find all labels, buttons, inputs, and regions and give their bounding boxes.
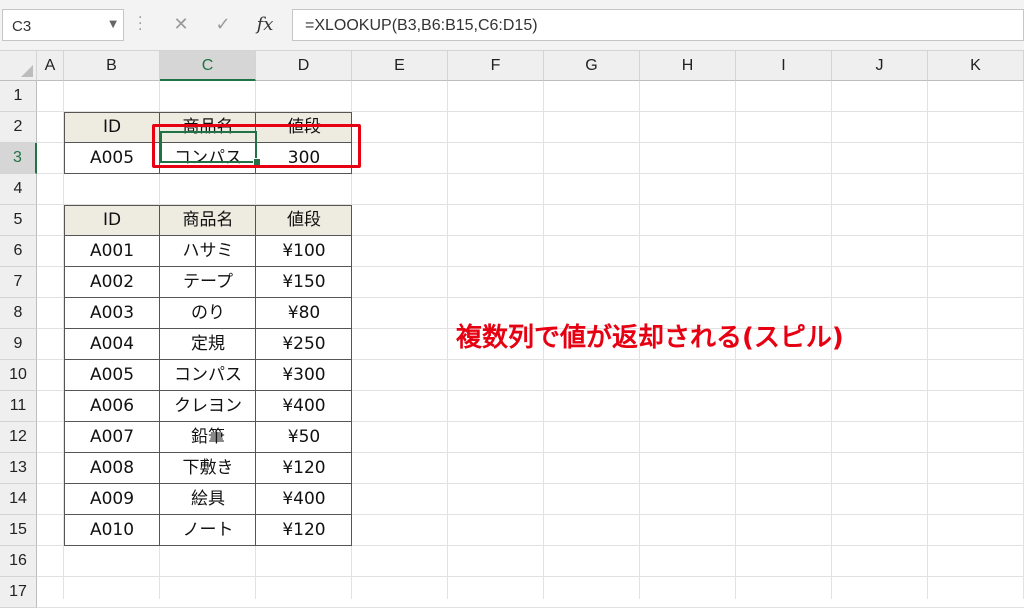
data-cell[interactable]: ¥400 (256, 484, 352, 515)
formula-input[interactable]: =XLOOKUP(B3,B6:B15,C6:D15) (292, 9, 1024, 41)
gridline-h (37, 576, 1024, 577)
name-box-value: C3 (12, 18, 32, 35)
column-header-i[interactable]: I (736, 51, 832, 81)
formula-bar: C3 ▼ · · · ✕ ✓ fx =XLOOKUP(B3,B6:B15,C6:D1… (0, 0, 1024, 50)
column-header-b[interactable]: B (64, 51, 160, 81)
name-box[interactable]: C3 ▼ (2, 9, 124, 41)
row-header-16[interactable]: 16 (0, 546, 37, 577)
row-header-1[interactable]: 1 (0, 81, 37, 112)
data-cell[interactable]: A002 (64, 267, 160, 298)
column-header-c[interactable]: C (160, 51, 256, 81)
table-border (159, 205, 160, 546)
formula-text: =XLOOKUP(B3,B6:B15,C6:D15) (305, 17, 538, 34)
data-cell[interactable]: A004 (64, 329, 160, 360)
table-border (64, 266, 352, 267)
data-cell[interactable]: ¥150 (256, 267, 352, 298)
column-header-h[interactable]: H (640, 51, 736, 81)
table-border (64, 205, 65, 546)
table-border (64, 328, 352, 329)
table-border (64, 545, 352, 546)
table-border (64, 452, 352, 453)
spreadsheet-grid[interactable]: A B C D E F G H I J K 1 2 3 4 5 6 7 8 9 10 11 12 13 14 15 16 17 ID 商品… (0, 50, 1024, 608)
row-header-9[interactable]: 9 (0, 329, 37, 360)
data-cell[interactable]: A009 (64, 484, 160, 515)
data-cell[interactable]: コンパス (160, 360, 256, 391)
row-header-3[interactable]: 3 (0, 143, 37, 174)
column-header-k[interactable]: K (928, 51, 1024, 81)
select-all-corner[interactable] (0, 51, 37, 81)
table-border (351, 205, 352, 546)
data-cell[interactable]: ¥80 (256, 298, 352, 329)
table-border (64, 112, 65, 174)
table-border (64, 390, 352, 391)
column-header-a[interactable]: A (37, 51, 64, 81)
data-cell[interactable]: 絵具 (160, 484, 256, 515)
table-border (64, 235, 352, 236)
column-header-g[interactable]: G (544, 51, 640, 81)
grip-icon[interactable]: · · · (138, 11, 142, 37)
cancel-icon[interactable]: ✕ (166, 12, 196, 38)
insert-function-icon[interactable]: fx (250, 12, 280, 38)
data-cell[interactable]: ハサミ (160, 236, 256, 267)
column-header-e[interactable]: E (352, 51, 448, 81)
row-header-8[interactable]: 8 (0, 298, 37, 329)
data-cell[interactable]: ¥400 (256, 391, 352, 422)
row-header-7[interactable]: 7 (0, 267, 37, 298)
row-header-15[interactable]: 15 (0, 515, 37, 546)
table-border (64, 205, 352, 206)
data-header-cell[interactable]: 商品名 (160, 205, 256, 236)
row-header-10[interactable]: 10 (0, 360, 37, 391)
data-cell[interactable]: A005 (64, 360, 160, 391)
column-header-d[interactable]: D (256, 51, 352, 81)
data-cell[interactable]: クレヨン (160, 391, 256, 422)
data-cell[interactable]: ¥250 (256, 329, 352, 360)
data-cell[interactable]: 鉛筆 (160, 422, 256, 453)
row-header-14[interactable]: 14 (0, 484, 37, 515)
table-border (64, 359, 352, 360)
row-header-17[interactable]: 17 (0, 577, 37, 608)
table-border (64, 421, 352, 422)
data-header-cell[interactable]: ID (64, 205, 160, 236)
lookup-header-cell[interactable]: ID (64, 112, 160, 143)
data-cell[interactable]: ¥300 (256, 360, 352, 391)
enter-check-icon[interactable]: ✓ (208, 12, 238, 38)
data-cell[interactable]: A008 (64, 453, 160, 484)
data-cell[interactable]: 定規 (160, 329, 256, 360)
data-cell[interactable]: のり (160, 298, 256, 329)
row-header-4[interactable]: 4 (0, 174, 37, 205)
data-cell[interactable]: ¥120 (256, 453, 352, 484)
data-cell[interactable]: ¥120 (256, 515, 352, 546)
spill-annotation: 複数列で値が返却される(スピル) (456, 323, 844, 353)
data-cell[interactable]: ¥50 (256, 422, 352, 453)
chevron-down-icon[interactable]: ▼ (109, 19, 117, 30)
spill-highlight-box (152, 124, 361, 168)
data-header-cell[interactable]: 値段 (256, 205, 352, 236)
data-cell[interactable]: A010 (64, 515, 160, 546)
table-border (64, 514, 352, 515)
data-cell[interactable]: ノート (160, 515, 256, 546)
data-cell[interactable]: A007 (64, 422, 160, 453)
row-header-11[interactable]: 11 (0, 391, 37, 422)
table-border (64, 173, 352, 174)
data-cell[interactable]: A001 (64, 236, 160, 267)
row-header-5[interactable]: 5 (0, 205, 37, 236)
row-header-13[interactable]: 13 (0, 453, 37, 484)
data-cell[interactable]: ¥100 (256, 236, 352, 267)
gridline-v (447, 81, 448, 599)
row-header-12[interactable]: 12 (0, 422, 37, 453)
gridline-v (927, 81, 928, 599)
column-header-f[interactable]: F (448, 51, 544, 81)
data-cell[interactable]: A003 (64, 298, 160, 329)
column-header-j[interactable]: J (832, 51, 928, 81)
data-cell[interactable]: A006 (64, 391, 160, 422)
table-border (64, 112, 352, 113)
data-cell[interactable]: テープ (160, 267, 256, 298)
row-header-6[interactable]: 6 (0, 236, 37, 267)
table-border (64, 483, 352, 484)
table-border (64, 297, 352, 298)
table-border (255, 205, 256, 546)
row-header-2[interactable]: 2 (0, 112, 37, 143)
data-cell[interactable]: 下敷き (160, 453, 256, 484)
lookup-value-cell[interactable]: A005 (64, 143, 160, 174)
